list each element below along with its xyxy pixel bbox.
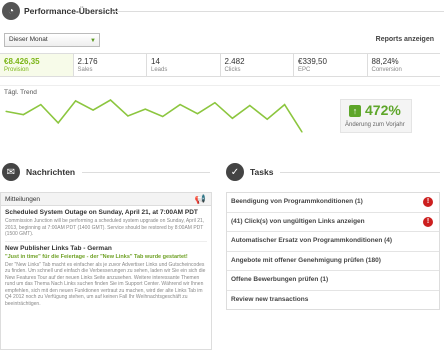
trend-point — [266, 118, 268, 120]
kpi-label: Conversion — [371, 67, 402, 73]
news-bar-label: Mitteilungen — [5, 196, 41, 203]
news-item-highlight: "Just in time" für die Feiertage - der "… — [5, 253, 188, 260]
chevron-down-icon: ▼ — [90, 38, 96, 44]
year-change-value: 472% — [365, 102, 401, 118]
trend-point — [196, 113, 199, 115]
chat-bubble-icon: ✉ — [2, 163, 20, 181]
checkmark-icon: ✓ — [226, 163, 244, 181]
kpi-leads[interactable]: 14 Leads — [146, 54, 220, 76]
trend-point — [284, 104, 286, 106]
year-change-label: Änderung zum Vorjahr — [345, 122, 405, 128]
news-bar: Mitteilungen 📢 — [1, 193, 211, 206]
kpi-label: EPC — [298, 67, 311, 73]
news-section-title: Nachrichten — [26, 167, 76, 177]
trend-point — [57, 122, 59, 124]
year-change-box: ↑ 472% Änderung zum Vorjahr — [340, 99, 412, 133]
trend-point — [40, 104, 42, 106]
kpi-value: 14 — [151, 57, 160, 66]
news-divider-line — [82, 172, 210, 173]
news-item-title[interactable]: Scheduled System Outage on Sunday, April… — [5, 209, 207, 216]
kpi-conversion[interactable]: 88,24% Conversion — [366, 54, 441, 76]
news-section-header: ✉ Nachrichten — [2, 162, 75, 182]
kpi-sales[interactable]: 2.176 Sales — [72, 54, 147, 76]
kpi-provision[interactable]: €8.426,35 Provision — [0, 54, 73, 76]
task-item[interactable]: Offene Bewerbungen prüfen (1) — [227, 271, 439, 291]
task-item[interactable]: (41) Click(s) von ungültigen Links anzei… — [227, 213, 439, 233]
tasks-section-header: ✓ Tasks — [226, 162, 273, 182]
header-divider — [112, 11, 444, 12]
trend-point — [214, 102, 216, 104]
tasks-section-title: Tasks — [250, 167, 274, 177]
kpi-label: Sales — [77, 67, 93, 73]
period-select-value: Dieser Monat — [9, 36, 48, 43]
tasks-divider-line — [280, 172, 440, 173]
trend-point — [231, 117, 233, 119]
task-label[interactable]: Automatischer Ersatz von Programmkonditi… — [231, 237, 392, 244]
task-item[interactable]: Automatischer Ersatz von Programmkonditi… — [227, 232, 439, 252]
kpi-value: €8.426,35 — [4, 57, 40, 66]
task-label[interactable]: Angebote mit offener Genehmigung prüfen … — [231, 257, 381, 264]
reports-link[interactable]: Reports anzeigen — [376, 36, 434, 43]
warning-icon: ! — [423, 216, 433, 227]
news-item: Scheduled System Outage on Sunday, April… — [1, 206, 211, 238]
task-item[interactable]: Angebote mit offener Genehmigung prüfen … — [227, 252, 439, 272]
megaphone-icon: 📢 — [194, 194, 206, 204]
task-label[interactable]: Offene Bewerbungen prüfen (1) — [231, 276, 328, 283]
trend-point — [144, 108, 146, 110]
news-item-body: Der "New Links" Tab macht es einfacher a… — [5, 261, 206, 307]
trend-point — [162, 115, 164, 118]
warning-icon: ! — [423, 197, 433, 207]
kpi-label: Provision — [4, 67, 29, 73]
tasks-panel: Beendigung von Programmkonditionen (1) !… — [226, 192, 440, 310]
kpi-row: €8.426,35 Provision 2.176 Sales 14 Leads… — [0, 53, 440, 77]
task-item[interactable]: Review new transactions — [227, 291, 439, 311]
kpi-value: 88,24% — [371, 57, 399, 66]
speedometer-icon: ◔ — [2, 2, 20, 20]
news-item-title[interactable]: New Publisher Links Tab - German — [5, 245, 207, 252]
news-panel: Mitteilungen 📢 Scheduled System Outage o… — [0, 192, 212, 350]
task-label[interactable]: (41) Click(s) von ungültigen Links anzei… — [231, 218, 365, 225]
period-select[interactable]: Dieser Monat ▼ — [4, 33, 100, 47]
page-title: Performance-Übersicht — [24, 6, 119, 16]
kpi-label: Leads — [151, 67, 168, 73]
kpi-value: 2.176 — [77, 57, 98, 66]
trend-point — [22, 114, 24, 116]
task-item[interactable]: Beendigung von Programmkonditionen (1) ! — [227, 193, 439, 213]
task-label[interactable]: Beendigung von Programmkonditionen (1) — [231, 198, 363, 205]
kpi-value: €339,50 — [298, 57, 327, 66]
trend-sparkline — [5, 99, 303, 133]
arrow-up-icon: ↑ — [349, 105, 361, 117]
news-item-body: Commission Junction will be performing a… — [5, 218, 205, 237]
news-item: New Publisher Links Tab - German "Just i… — [1, 242, 211, 308]
trend-point — [75, 100, 77, 102]
kpi-epc[interactable]: €339,50 EPC — [293, 54, 367, 76]
trend-point — [301, 131, 303, 133]
trend-point — [127, 115, 129, 117]
kpi-clicks[interactable]: 2.482 Clicks — [219, 54, 294, 76]
trend-point — [5, 110, 7, 112]
trend-point — [249, 104, 251, 107]
trend-point — [109, 99, 112, 101]
kpi-label: Clicks — [224, 67, 241, 73]
kpi-value: 2.482 — [224, 57, 245, 66]
trend-point — [179, 104, 181, 106]
trend-point — [92, 109, 94, 111]
task-label[interactable]: Review new transactions — [231, 296, 308, 303]
trend-line — [5, 99, 303, 133]
